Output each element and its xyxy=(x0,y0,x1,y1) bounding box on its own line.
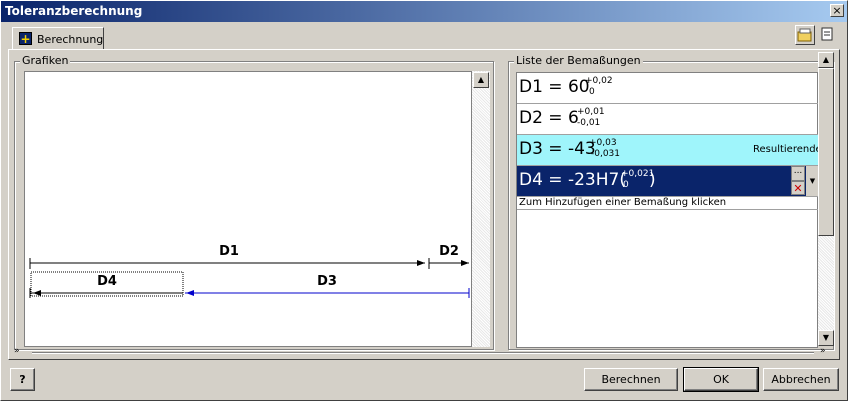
tab-label: Berechnung xyxy=(37,33,104,46)
chevron-down-icon[interactable]: » xyxy=(14,346,20,356)
list-item[interactable]: D2 = 6 +0,01 -0,01 xyxy=(517,104,819,135)
arrow-head xyxy=(417,260,425,266)
scroll-thumb[interactable] xyxy=(818,68,834,236)
dimension-close-paren: ) xyxy=(649,170,656,190)
tab-berechnung[interactable]: + Berechnung xyxy=(12,27,104,50)
tolerance-upper: +0,02 xyxy=(585,76,613,86)
arrow-head xyxy=(461,260,469,266)
folder-settings-icon xyxy=(797,28,812,42)
graphics-canvas[interactable]: D1 D2 D4 D3 xyxy=(24,71,472,347)
arrow-head xyxy=(33,290,41,296)
graphics-scrollbar[interactable]: ▲ xyxy=(472,71,490,347)
notes-button[interactable] xyxy=(818,25,838,45)
scroll-up-button[interactable]: ▲ xyxy=(818,52,834,68)
tolerance-lower: 0 xyxy=(623,180,629,190)
dimension-drawing: D1 D2 D4 D3 xyxy=(29,244,470,298)
document-pencil-icon xyxy=(821,27,833,41)
tolerance-lower: 0 xyxy=(589,87,595,97)
edit-dimension-button[interactable]: ... xyxy=(791,166,805,181)
calculate-button[interactable]: Berechnen xyxy=(584,368,678,391)
list-item[interactable]: D1 = 60 +0,02 0 xyxy=(517,73,819,104)
graphics-group-label: Grafiken xyxy=(20,54,71,67)
dimension-list[interactable]: D1 = 60 +0,02 0 D2 = 6 +0,01 -0,01 D3 = … xyxy=(516,72,819,348)
tolerance-lower: -0,031 xyxy=(591,149,621,159)
settings-button[interactable] xyxy=(795,25,815,45)
add-dimension-hint[interactable]: Zum Hinzufügen einer Bemaßung klicken xyxy=(517,197,819,210)
cancel-button[interactable]: Abbrechen xyxy=(763,368,839,391)
list-scrollbar[interactable]: ▲ ▼ xyxy=(818,52,834,346)
title-bar[interactable]: Toleranzberechnung × xyxy=(1,1,847,22)
dimension-label-d4: D4 xyxy=(97,274,117,289)
dimension-value: D3 = -43 xyxy=(519,139,596,159)
chevron-down-icon[interactable]: » xyxy=(820,346,826,356)
list-item[interactable]: D4 = -23H7( +0,021 0 ) ... ✕ ▼ xyxy=(517,166,819,197)
dimension-label-d1: D1 xyxy=(219,244,239,259)
splitter-line xyxy=(32,353,814,354)
ok-button[interactable]: OK xyxy=(683,367,759,392)
dimension-value: D4 = -23H7( xyxy=(519,170,626,190)
tolerance-lower: -0,01 xyxy=(577,118,601,128)
dimension-label-d3: D3 xyxy=(317,274,337,289)
dimension-value: D1 = 60 xyxy=(519,77,590,97)
delete-dimension-button[interactable]: ✕ xyxy=(791,181,805,195)
tolerance-upper: +0,01 xyxy=(577,107,605,117)
list-item[interactable]: D3 = -43 +0,03 -0,031 Resultierende xyxy=(517,135,819,166)
dimension-label-d2: D2 xyxy=(439,244,459,259)
help-button[interactable]: ? xyxy=(10,368,35,391)
dimension-list-group-label: Liste der Bemaßungen xyxy=(514,54,643,67)
dimension-value: D2 = 6 xyxy=(519,108,579,128)
help-icon: ? xyxy=(19,373,26,386)
scroll-down-button[interactable]: ▼ xyxy=(818,330,834,346)
plus-icon: + xyxy=(19,32,32,46)
close-button[interactable]: × xyxy=(830,4,844,17)
panel-splitter[interactable]: » » xyxy=(12,346,836,358)
window-title: Toleranzberechnung xyxy=(5,4,143,18)
scroll-up-button[interactable]: ▲ xyxy=(473,72,489,88)
arrow-head xyxy=(186,290,194,296)
tolerance-upper: +0,03 xyxy=(589,138,617,148)
result-note: Resultierende xyxy=(753,144,819,155)
